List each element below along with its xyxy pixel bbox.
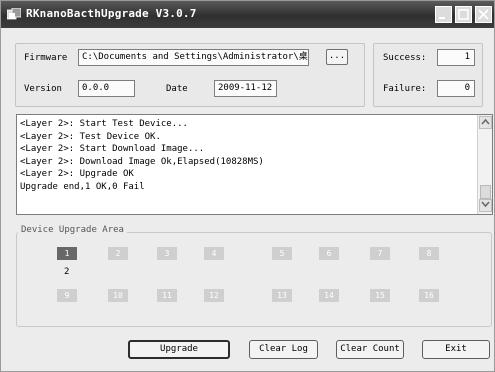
app-icon — [6, 7, 22, 21]
log-line: <Layer 2>: Download Image Ok,Elapsed(108… — [20, 156, 264, 167]
version-label: Version — [24, 84, 62, 94]
device-slot-12[interactable]: 12 — [204, 289, 224, 302]
device-slot-6[interactable]: 6 — [319, 247, 339, 260]
device-slot-5[interactable]: 5 — [272, 247, 292, 260]
log-textarea[interactable]: <Layer 2>: Start Test Device... <Layer 2… — [16, 114, 493, 215]
log-line: Upgrade end,1 OK,0 Fail — [20, 181, 145, 192]
log-line: <Layer 2>: Start Download Image... — [20, 144, 205, 155]
main-window: RKnanoBacthUpgrade V3.0.7 Firmware C:\Do… — [0, 0, 495, 372]
maximize-icon — [458, 9, 469, 20]
device-slot-11[interactable]: 11 — [157, 289, 177, 302]
clear-log-button[interactable]: Clear Log — [249, 340, 318, 359]
date-label: Date — [166, 84, 188, 94]
clear-count-button[interactable]: Clear Count — [336, 340, 404, 359]
log-line: <Layer 2>: Upgrade OK — [20, 169, 134, 180]
log-line: <Layer 2>: Test Device OK. — [20, 131, 161, 142]
device-slot-3[interactable]: 3 — [157, 247, 177, 260]
device-1-count: 2 — [64, 267, 70, 277]
failure-label: Failure: — [383, 84, 427, 94]
failure-count-field: 0 — [437, 80, 475, 97]
device-slot-4[interactable]: 4 — [204, 247, 224, 260]
success-label: Success: — [383, 53, 427, 63]
device-slot-10[interactable]: 10 — [108, 289, 128, 302]
exit-button[interactable]: Exit — [422, 340, 490, 359]
device-area-legend: Device Upgrade Area — [18, 225, 127, 235]
device-slot-2[interactable]: 2 — [108, 247, 128, 260]
minimize-button[interactable] — [435, 6, 452, 23]
close-button[interactable] — [475, 6, 492, 23]
scroll-thumb[interactable] — [480, 185, 491, 199]
date-field[interactable]: 2009-11-12 — [214, 80, 277, 97]
device-slot-13[interactable]: 13 — [272, 289, 292, 302]
version-field[interactable]: 0.0.0 — [78, 80, 135, 97]
device-slot-7[interactable]: 7 — [370, 247, 390, 260]
window-title: RKnanoBacthUpgrade V3.0.7 — [26, 7, 197, 20]
maximize-button[interactable] — [455, 6, 472, 23]
firmware-label: Firmware — [24, 53, 68, 63]
minimize-icon — [438, 9, 449, 20]
device-slot-15[interactable]: 15 — [370, 289, 390, 302]
scroll-down-button[interactable] — [479, 199, 492, 212]
browse-button[interactable]: ... — [326, 49, 348, 65]
scroll-up-button[interactable] — [479, 116, 492, 129]
close-icon — [478, 9, 489, 20]
log-lines: <Layer 2>: Start Test Device... <Layer 2… — [20, 118, 264, 194]
chevron-down-icon — [481, 200, 490, 211]
success-count-field: 1 — [437, 49, 475, 66]
device-slot-1[interactable]: 1 — [57, 247, 77, 260]
chevron-up-icon — [481, 118, 490, 128]
firmware-path-field[interactable]: C:\Documents and Settings\Administrator\… — [78, 49, 309, 66]
title-bar[interactable]: RKnanoBacthUpgrade V3.0.7 — [1, 1, 494, 28]
device-slot-16[interactable]: 16 — [419, 289, 439, 302]
log-line: <Layer 2>: Start Test Device... — [20, 119, 188, 129]
log-scrollbar[interactable] — [477, 115, 492, 214]
upgrade-button[interactable]: Upgrade — [128, 340, 230, 359]
device-slot-9[interactable]: 9 — [57, 289, 77, 302]
device-slot-8[interactable]: 8 — [419, 247, 439, 260]
device-slot-14[interactable]: 14 — [319, 289, 339, 302]
